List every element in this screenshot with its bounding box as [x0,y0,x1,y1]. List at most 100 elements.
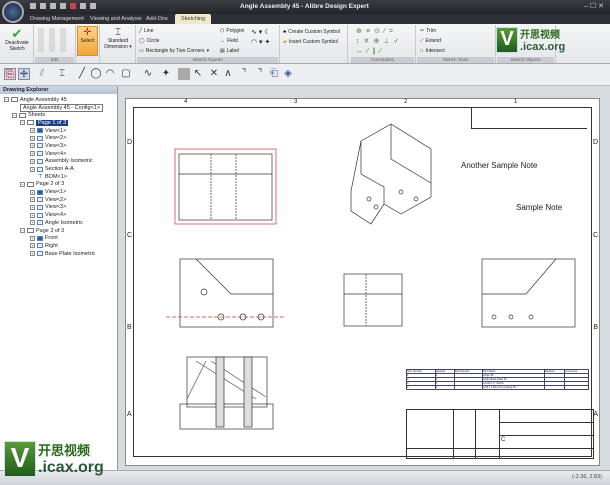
tree-item[interactable]: + View<4> [4,150,117,158]
import-icon[interactable]: ⎗ [268,68,280,80]
tree-sheets[interactable]: − Sheets [4,111,117,119]
tree-item[interactable]: + View<1> [4,127,117,135]
trim-button[interactable]: ✂ Trim [420,28,436,34]
line-icon: ╱ [139,28,143,34]
quick-access-toolbar[interactable] [30,3,96,9]
chamfer-icon[interactable]: ⌝ [254,68,266,80]
rectangle-icon: ▭ [139,48,144,54]
view-1[interactable] [174,148,277,225]
window-controls[interactable]: – ☐ ✕ [584,2,604,10]
label-icon: ▤ [220,48,225,54]
extend-button[interactable]: ⟋ Extend [420,38,441,44]
fill-tool-icon[interactable] [178,68,190,80]
drawing-sheet[interactable]: 4 3 2 1 D C B A D C B A Another Sample N… [125,98,600,466]
trim-tool-icon[interactable]: ✕ [208,68,220,80]
assembly-isometric-view[interactable] [350,123,432,225]
polygon-button[interactable]: ⬡ Polygon [220,28,244,34]
crosshair-icon: ✛ [83,27,92,38]
intersect-tool-icon[interactable]: ∧ [222,68,234,80]
tree-item[interactable]: + View<4> [4,211,117,219]
tree-item[interactable]: + View<3> [4,142,117,150]
explorer-title: Drawing Explorer [0,86,117,94]
drawing-canvas[interactable]: 4 3 2 1 D C B A D C B A Another Sample N… [119,86,610,470]
tree-item[interactable]: + View<2> [4,196,117,204]
tab-sketching[interactable]: Sketching [175,14,212,24]
sketch-toolbar: ⎘ ✛ ⫽ ⌶ ╱ ◯ ◠ ▢ ∿ ✦ ↖ ✕ ∧ ⌝ ⌝ ⎗ ◈ [0,64,610,86]
intersect-button[interactable]: ∩ Intersect [420,48,445,54]
sample-note[interactable]: Another Sample Note [461,161,538,170]
view-2[interactable] [166,258,286,328]
edit-tools[interactable] [38,28,70,52]
tree-root[interactable]: − Angle Assembly 45 [4,96,117,104]
tree-page-1[interactable]: − Page 1 of 3 [4,119,117,127]
label-button[interactable]: ▤ Label [220,48,239,54]
insert-custom-symbol-button[interactable]: ▰ Insert Custom Symbol [283,39,338,45]
field-button[interactable]: ↔ Field [220,38,238,44]
spline-icon[interactable]: ∿ ▾ ☾ [251,28,271,36]
standard-dimension-button[interactable]: ⌶ Standard Dimension ▾ [102,27,134,50]
pointer-icon[interactable]: ↖ [192,68,204,80]
ribbon-tabs: Drawing Management Viewing and Analysis … [0,14,610,24]
field-icon: ↔ [220,38,225,44]
arc-tool-icon[interactable]: ◠ [104,68,116,80]
rectangle-tool-icon[interactable]: ▢ [120,68,132,80]
bom-table[interactable]: Item Number Quantity Part Number Part Name R… [406,369,590,390]
trim-icon: ✂ [420,28,425,34]
deactivate-sketch-button[interactable]: ✔ Deactivate Sketch [2,27,32,52]
layers-icon[interactable]: ◈ [282,68,294,80]
arc-icon[interactable]: ◠ ▾ ✦ [251,38,270,46]
tree-item[interactable]: + Front [4,234,117,242]
tree-item[interactable]: + View<3> [4,204,117,212]
sheet-size: C [501,437,506,443]
constraint-buttons[interactable]: ⊕≡⊙⁄= ↕✕⊕⊥✓ ↔⁄∥⁄ [356,27,403,57]
line-tool-icon[interactable]: ╱ [76,68,88,80]
select-button[interactable]: ✛ Select [77,26,98,56]
bom-cell: 0.25 x 1.00 Inch Locating Pin [482,385,545,390]
tab-add-ons[interactable]: Add-Ons [140,14,174,24]
tree-item[interactable]: + Right [4,242,117,250]
bom-cell [453,385,484,390]
tree-config[interactable]: Angle Assembly 45 - Config<1> [4,103,117,112]
extend-icon: ⟋ [420,38,424,44]
rectangle-button[interactable]: ▭ Rectangle by Two Corners ▾ [139,48,209,54]
dimension-icon: ⌶ [115,27,121,38]
line-button[interactable]: ╱ Line [139,28,153,34]
tree-item[interactable]: + View<2> [4,134,117,142]
fillet-icon[interactable]: ⌝ [238,68,250,80]
watermark-logo: V 开思视频 .icax.org [496,26,565,53]
dimension-tool-icon[interactable]: ⌶ [56,68,68,80]
tree-item[interactable]: + Angle Isometric [4,219,117,227]
tree-item[interactable]: ⊤ BOM<1> [4,173,117,181]
intersect-icon: ∩ [420,48,424,54]
circle-button[interactable]: ◯ Circle [139,38,159,44]
construction-line-icon[interactable]: ⫽ [36,68,48,80]
revision-block [471,107,587,129]
bom-row: 4 4 0.25 x 1.00 Inch Locating Pin [406,385,590,390]
sheet-icon[interactable]: ⎘ [4,68,16,80]
tree-item[interactable]: + Base Plate Isometric [4,250,117,258]
view-4[interactable] [481,258,576,328]
tree-item[interactable]: + View<1> [4,188,117,196]
tree-page-2[interactable]: − Page 2 of 3 [4,181,117,189]
bom-cell [563,385,590,390]
circle-tool-icon[interactable]: ◯ [90,68,102,80]
folder-icon: ▰ [283,39,287,45]
app-menu-button[interactable] [2,1,24,23]
point-tool-icon[interactable]: ✦ [160,68,172,80]
tab-viewing-and-analysis[interactable]: Viewing and Analysis [84,14,148,24]
crosshair-toolbar-icon[interactable]: ✛ [18,68,30,80]
bom-cell: 4 [406,385,436,390]
spline-tool-icon[interactable]: ∿ [142,68,154,80]
title-block: C [406,409,594,459]
section-a-a-view[interactable] [179,356,274,430]
view-3[interactable] [343,273,403,327]
tree-page-3[interactable]: − Page 3 of 3 [4,227,117,235]
sample-note[interactable]: Sample Note [516,203,562,212]
checkmark-icon: ✔ [11,26,23,41]
tab-drawing-management[interactable]: Drawing Management [24,14,90,24]
title-bar: Angle Assembly 45 - Alibre Design Expert… [0,0,610,14]
explorer-tree: − Angle Assembly 45 Angle Assembly 45 - C… [0,94,117,257]
tree-item[interactable]: + Section A-A [4,165,117,173]
tree-item[interactable]: + Assembly Isometric [4,158,117,166]
create-custom-symbol-button[interactable]: ♣ Create Custom Symbol [283,29,340,35]
